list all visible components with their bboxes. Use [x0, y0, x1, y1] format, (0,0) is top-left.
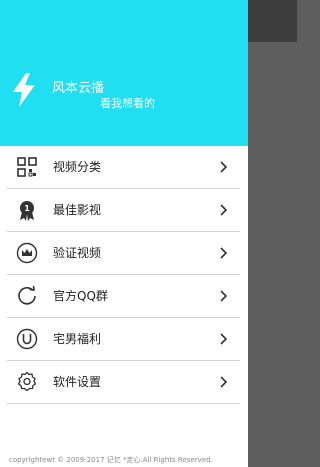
menu-item-label: 软件设置: [53, 375, 102, 389]
menu-item-verify-videos[interactable]: 验证视频: [7, 232, 240, 275]
menu-item-otaku-benefits[interactable]: 宅男福利: [7, 318, 240, 361]
chevron-right-icon: [220, 161, 228, 173]
svg-text:1: 1: [24, 204, 30, 213]
menu-item-label: 验证视频: [53, 246, 102, 260]
navigation-drawer: 风本云播 看我想看的 视频分类 1 最佳影视 验证视频 官方QQ群 宅男福利 软…: [0, 0, 248, 467]
app-name: 风本云播: [52, 81, 105, 96]
menu-item-settings[interactable]: 软件设置: [7, 361, 240, 404]
refresh-icon: [18, 285, 36, 305]
menu-item-video-categories[interactable]: 视频分类: [7, 146, 240, 189]
magnet-icon: [16, 328, 38, 350]
menu-item-label: 宅男福利: [53, 332, 102, 346]
chevron-right-icon: [220, 376, 228, 388]
crown-icon: [16, 242, 38, 264]
menu-item-official-qq-group[interactable]: 官方QQ群: [7, 275, 240, 318]
lightning-bolt-icon: [13, 73, 35, 107]
menu-item-label: 最佳影视: [53, 203, 102, 217]
chevron-right-icon: [220, 333, 228, 345]
app-tagline: 看我想看的: [100, 97, 155, 110]
menu-item-label: 官方QQ群: [53, 289, 108, 303]
drawer-menu: 视频分类 1 最佳影视 验证视频 官方QQ群 宅男福利 软件设置: [0, 146, 248, 404]
background-app-bar: [248, 0, 297, 42]
drawer-header: 风本云播 看我想看的: [0, 0, 248, 146]
menu-item-label: 视频分类: [53, 160, 102, 174]
gear-icon: [17, 371, 37, 392]
chevron-right-icon: [220, 290, 228, 302]
award-badge-icon: 1: [20, 201, 34, 221]
copyright-footer: copyrightewt © 2009-2017 记忆 *走心.All Righ…: [9, 456, 213, 464]
grid-icon: [17, 157, 37, 177]
chevron-right-icon: [220, 247, 228, 259]
chevron-right-icon: [220, 204, 228, 216]
menu-item-best-films[interactable]: 1 最佳影视: [7, 189, 240, 232]
